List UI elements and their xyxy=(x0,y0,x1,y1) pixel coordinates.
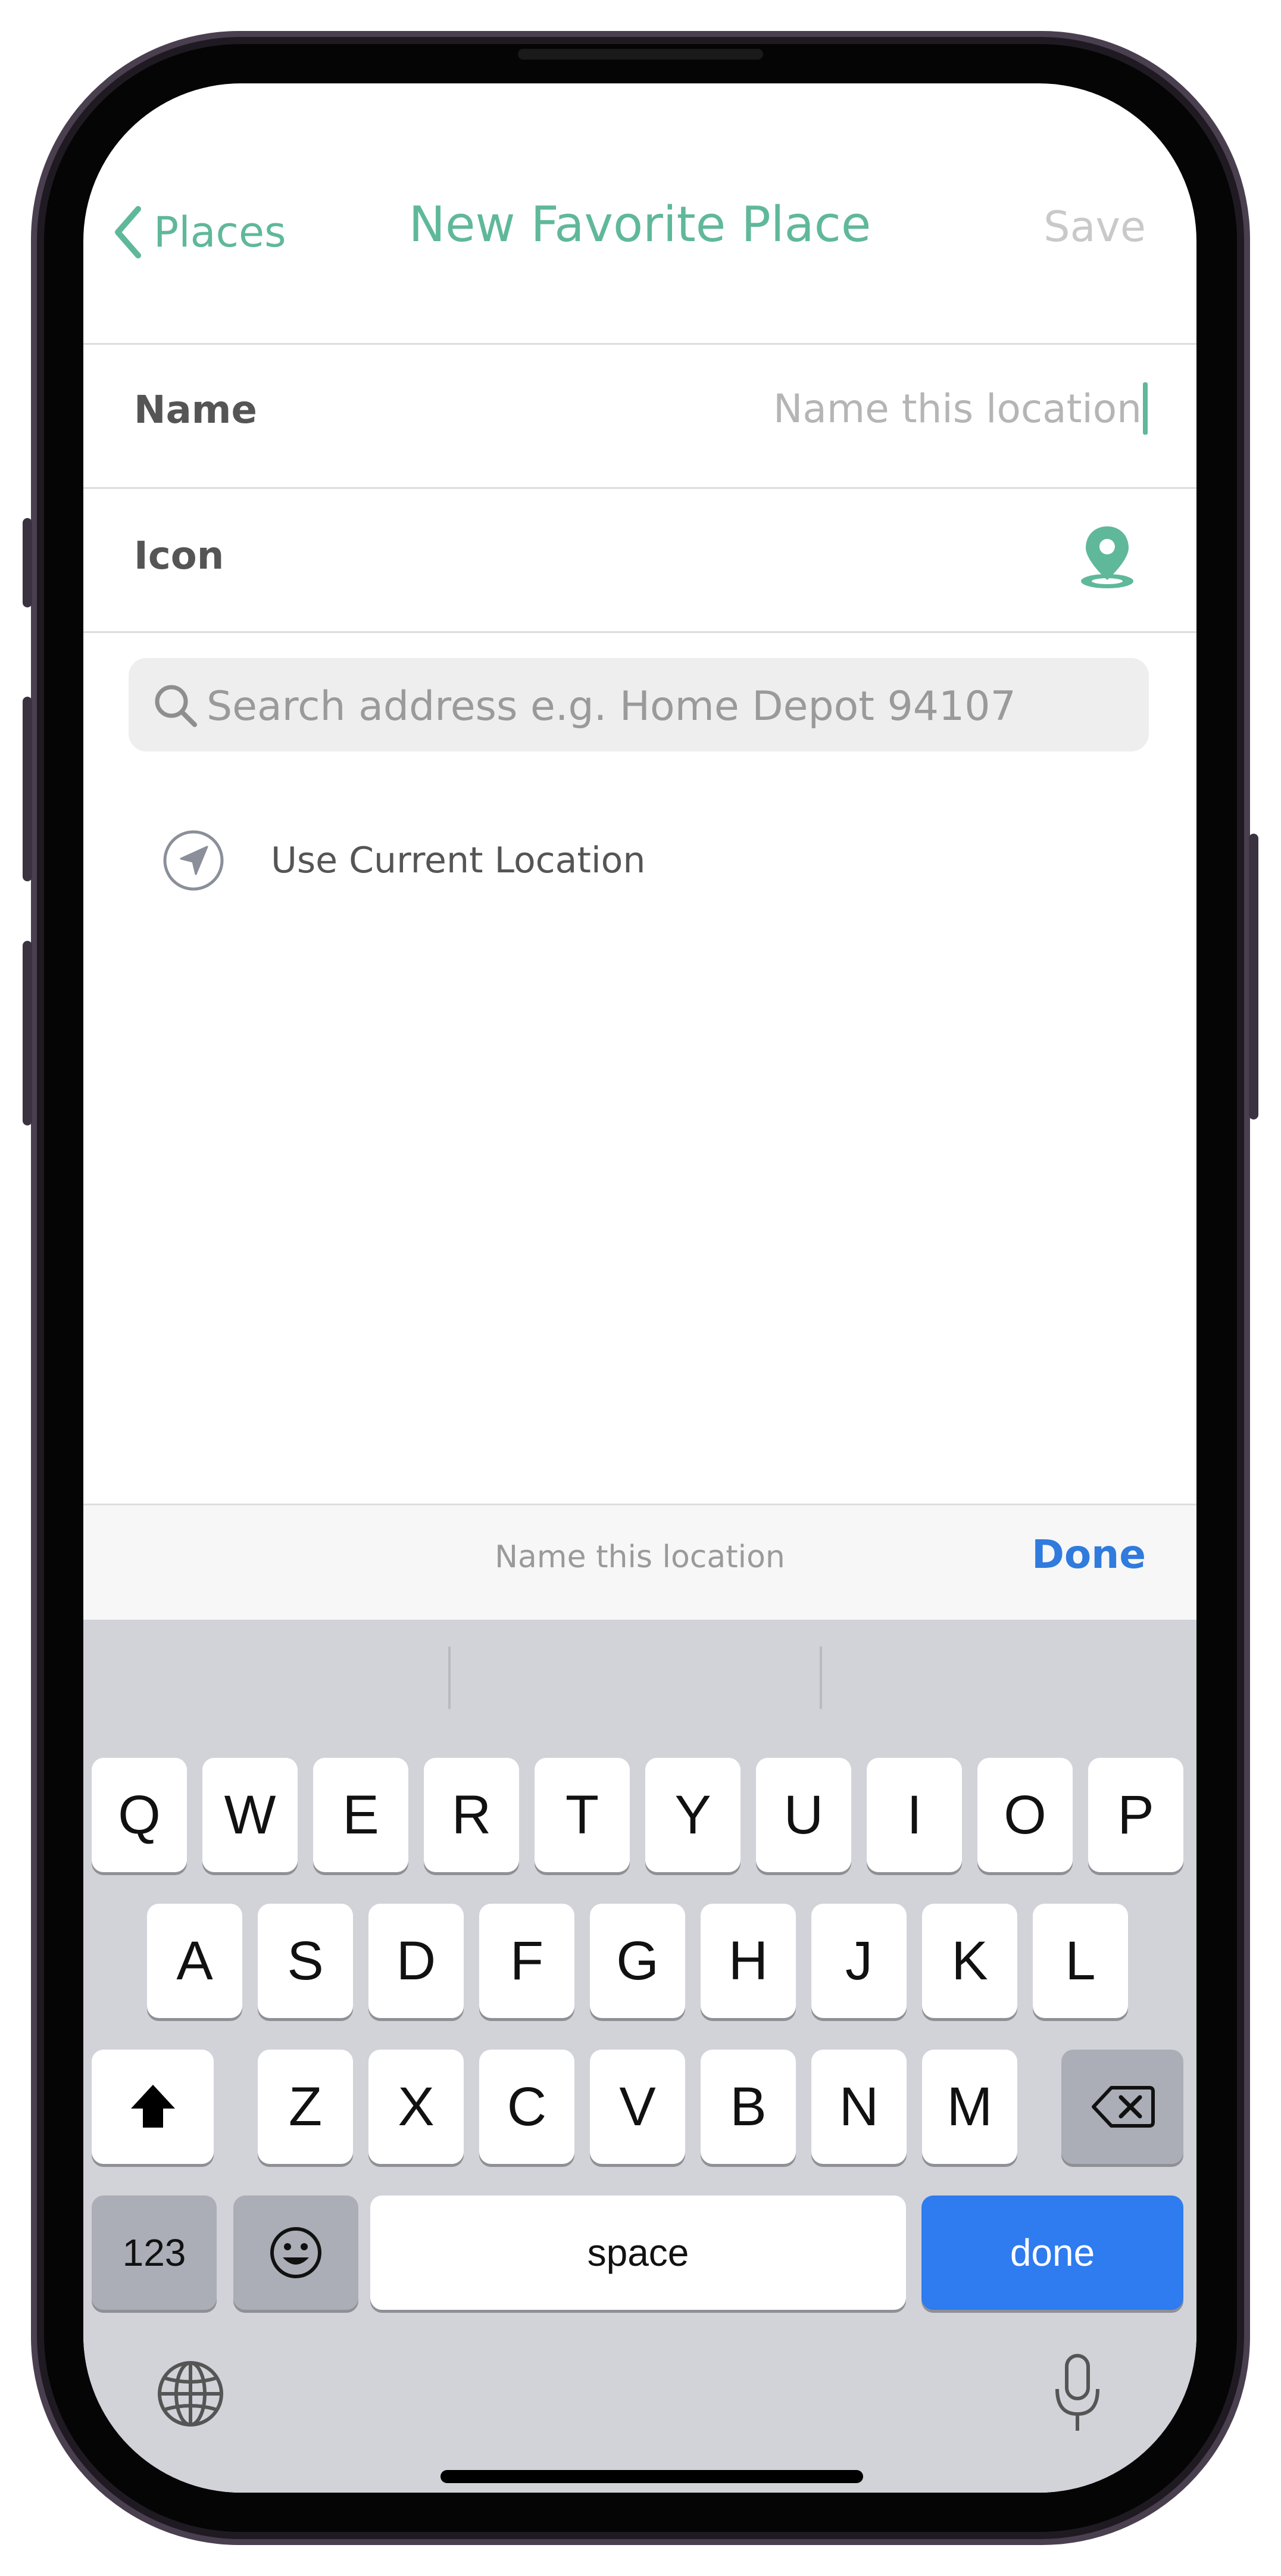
key-b[interactable]: B xyxy=(701,2050,796,2164)
globe-icon[interactable] xyxy=(155,2358,226,2430)
use-current-location-label: Use Current Location xyxy=(271,840,646,881)
location-pin-icon[interactable] xyxy=(1077,524,1137,590)
suggestion-divider xyxy=(820,1646,822,1709)
key-x[interactable]: X xyxy=(368,2050,464,2164)
key-c[interactable]: C xyxy=(479,2050,574,2164)
numbers-key[interactable]: 123 xyxy=(92,2195,217,2310)
divider xyxy=(83,631,1196,633)
shift-key[interactable] xyxy=(92,2050,214,2164)
search-icon xyxy=(152,682,199,729)
text-caret xyxy=(1143,382,1148,435)
action-button xyxy=(23,518,32,607)
key-q[interactable]: Q xyxy=(92,1758,187,1872)
earpiece-speaker xyxy=(518,49,763,60)
done-key[interactable]: done xyxy=(921,2195,1183,2310)
key-i[interactable]: I xyxy=(867,1758,962,1872)
name-input[interactable] xyxy=(605,375,1143,442)
key-u[interactable]: U xyxy=(756,1758,851,1872)
key-z[interactable]: Z xyxy=(258,2050,353,2164)
key-f[interactable]: F xyxy=(479,1904,574,2018)
volume-up-button xyxy=(23,697,32,881)
emoji-key[interactable] xyxy=(233,2195,358,2310)
key-k[interactable]: K xyxy=(922,1904,1017,2018)
screen: Places New Favorite Place Save Name Icon… xyxy=(83,83,1196,2493)
key-v[interactable]: V xyxy=(590,2050,685,2164)
key-l[interactable]: L xyxy=(1033,1904,1128,2018)
save-button[interactable]: Save xyxy=(1043,202,1146,251)
delete-backspace-icon xyxy=(1091,2086,1155,2128)
search-input[interactable] xyxy=(205,670,1136,743)
power-button xyxy=(1249,834,1258,1119)
use-current-location-button[interactable]: Use Current Location xyxy=(161,828,645,893)
key-m[interactable]: M xyxy=(922,2050,1017,2164)
key-n[interactable]: N xyxy=(811,2050,907,2164)
key-y[interactable]: Y xyxy=(645,1758,741,1872)
accessory-done-button[interactable]: Done xyxy=(1032,1532,1146,1577)
location-arrow-icon xyxy=(163,830,224,891)
microphone-icon[interactable] xyxy=(1048,2352,1107,2435)
divider xyxy=(83,487,1196,489)
name-label: Name xyxy=(134,388,257,432)
volume-down-button xyxy=(23,941,32,1125)
key-h[interactable]: H xyxy=(701,1904,796,2018)
suggestion-divider xyxy=(448,1646,451,1709)
shift-icon xyxy=(130,2085,175,2128)
key-d[interactable]: D xyxy=(368,1904,464,2018)
key-e[interactable]: E xyxy=(313,1758,408,1872)
accessory-title: Name this location xyxy=(495,1539,785,1575)
key-t[interactable]: T xyxy=(535,1758,630,1872)
key-s[interactable]: S xyxy=(258,1904,353,2018)
key-g[interactable]: G xyxy=(590,1904,685,2018)
space-key[interactable]: space xyxy=(370,2195,906,2310)
key-o[interactable]: O xyxy=(977,1758,1073,1872)
key-r[interactable]: R xyxy=(424,1758,519,1872)
page-title: New Favorite Place xyxy=(408,197,871,253)
key-p[interactable]: P xyxy=(1088,1758,1183,1872)
key-j[interactable]: J xyxy=(811,1904,907,2018)
home-indicator[interactable] xyxy=(440,2470,863,2483)
delete-key[interactable] xyxy=(1061,2050,1183,2164)
icon-label: Icon xyxy=(134,534,224,578)
key-a[interactable]: A xyxy=(147,1904,242,2018)
key-w[interactable]: W xyxy=(202,1758,298,1872)
divider xyxy=(83,343,1196,345)
emoji-icon xyxy=(270,2227,321,2278)
